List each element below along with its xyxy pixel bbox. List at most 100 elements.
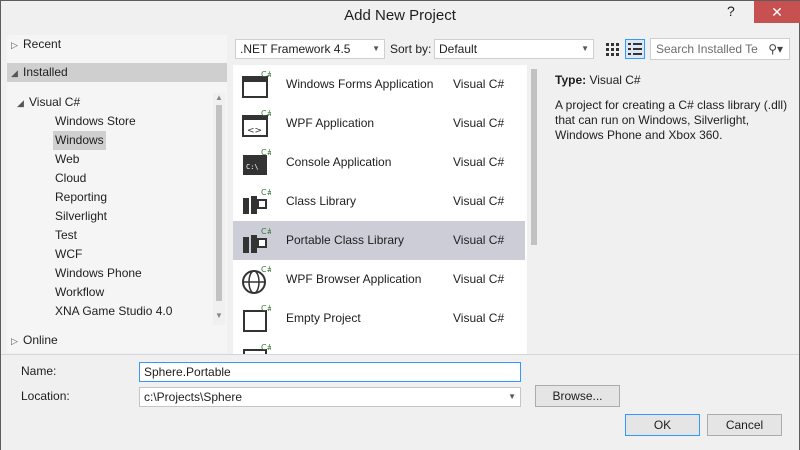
- ok-button[interactable]: OK: [625, 414, 700, 436]
- sort-by-label: Sort by:: [390, 42, 432, 56]
- chevron-down-icon: ▼: [372, 44, 380, 53]
- template-description-text: A project for creating a C# class librar…: [555, 98, 788, 142]
- globe-icon: C#: [242, 265, 271, 294]
- template-row-partial[interactable]: C#: [233, 338, 525, 354]
- empty-project-icon: C#: [243, 304, 271, 332]
- template-list-scrollbar[interactable]: [527, 65, 541, 354]
- type-value: Visual C#: [589, 73, 641, 87]
- tree-item-test[interactable]: Test: [55, 226, 77, 245]
- template-name: WPF Application: [286, 116, 375, 130]
- svg-text:<>: <>: [247, 126, 262, 136]
- svg-text:C:\: C:\: [246, 163, 259, 171]
- svg-text:C#: C#: [261, 227, 271, 236]
- list-icon: [628, 43, 642, 55]
- tree-item-windows[interactable]: Windows: [53, 131, 106, 150]
- template-name: Windows Forms Application: [286, 77, 434, 91]
- project-name-input[interactable]: Sphere.Portable: [139, 362, 521, 382]
- template-language: Visual C#: [453, 233, 505, 247]
- template-row-empty-project[interactable]: C# Empty Project Visual C#: [233, 299, 525, 338]
- search-input[interactable]: Search Installed Te ⚲▾: [650, 38, 790, 60]
- framework-dropdown[interactable]: .NET Framework 4.5 ▼: [235, 39, 385, 59]
- console-icon: C:\ C#: [243, 148, 271, 175]
- tree-scroll-thumb[interactable]: [216, 105, 222, 301]
- svg-text:C#: C#: [261, 188, 271, 197]
- tree-item-workflow[interactable]: Workflow: [55, 283, 104, 302]
- scroll-down-icon[interactable]: ▼: [214, 311, 224, 320]
- chevron-down-icon: ▼: [581, 44, 589, 53]
- template-name: Console Application: [286, 155, 392, 169]
- location-value: c:\Projects\Sphere: [144, 390, 243, 404]
- expand-arrow-icon: ▷: [11, 40, 18, 50]
- wpf-icon: <> C#: [242, 109, 271, 137]
- template-language: Visual C#: [453, 116, 505, 130]
- dialog-title: Add New Project: [344, 7, 456, 24]
- template-row-wpf-browser[interactable]: C# WPF Browser Application Visual C#: [233, 260, 525, 299]
- template-row-portable-class-library[interactable]: C# Portable Class Library Visual C#: [233, 221, 525, 260]
- type-label: Type:: [555, 73, 587, 87]
- project-details-form: Name: Sphere.Portable Location: c:\Proje…: [1, 354, 799, 450]
- template-language: Visual C#: [453, 194, 505, 208]
- template-row-wpf[interactable]: <> C# WPF Application Visual C#: [233, 104, 525, 143]
- framework-value: .NET Framework 4.5: [240, 42, 351, 56]
- help-icon[interactable]: ?: [727, 3, 735, 19]
- windows-service-icon: C#: [243, 343, 271, 354]
- svg-text:C#: C#: [261, 70, 271, 79]
- tree-item-reporting[interactable]: Reporting: [55, 188, 107, 207]
- collapse-arrow-icon: ◢: [11, 68, 18, 78]
- tree-item-windows-store[interactable]: Windows Store: [55, 112, 136, 131]
- close-button[interactable]: ✕: [754, 1, 800, 23]
- cancel-button[interactable]: Cancel: [707, 414, 782, 436]
- template-name: Class Library: [286, 194, 357, 208]
- tree-item-online[interactable]: ▷ Online: [11, 331, 211, 350]
- template-name: Empty Project: [286, 311, 361, 325]
- tree-item-visual-csharp[interactable]: ◢ Visual C#: [17, 93, 207, 112]
- template-row-class-library[interactable]: C# Class Library Visual C#: [233, 182, 525, 221]
- tree-item-silverlight[interactable]: Silverlight: [55, 207, 107, 226]
- template-language: Visual C#: [453, 77, 505, 91]
- list-view-button[interactable]: [625, 39, 645, 59]
- tree-label: Installed: [23, 65, 68, 79]
- location-label: Location:: [21, 389, 70, 403]
- portable-library-icon: C#: [243, 227, 271, 253]
- tree-item-xna[interactable]: XNA Game Studio 4.0: [55, 302, 172, 321]
- template-name: Portable Class Library: [286, 233, 405, 247]
- svg-text:C#: C#: [261, 109, 271, 118]
- template-language: Visual C#: [453, 155, 505, 169]
- svg-text:C#: C#: [261, 148, 271, 157]
- tree-item-cloud[interactable]: Cloud: [55, 169, 86, 188]
- tree-label: Visual C#: [29, 95, 81, 109]
- svg-text:C#: C#: [261, 304, 271, 313]
- svg-text:C#: C#: [261, 343, 271, 352]
- tree-label: Recent: [23, 37, 62, 51]
- scroll-up-icon[interactable]: ▲: [214, 93, 224, 102]
- title-bar: Add New Project ? ✕: [1, 1, 800, 32]
- search-placeholder: Search Installed Te: [656, 42, 758, 56]
- template-row-console[interactable]: C:\ C# Console Application Visual C#: [233, 143, 525, 182]
- grid-icon: [606, 43, 619, 56]
- class-library-icon: C#: [243, 188, 271, 214]
- tree-item-installed[interactable]: ◢ Installed: [7, 63, 227, 82]
- collapse-arrow-icon: ◢: [17, 98, 24, 108]
- template-tree: ▷ Recent ◢ Installed ◢ Visual C# Windows St…: [7, 35, 227, 353]
- tree-item-recent[interactable]: ▷ Recent: [11, 35, 211, 54]
- location-combobox[interactable]: c:\Projects\Sphere ▼: [139, 387, 521, 407]
- expand-arrow-icon: ▷: [11, 336, 18, 346]
- template-description-panel: Type: Visual C# A project for creating a…: [555, 73, 791, 143]
- template-row-windows-forms[interactable]: C# Windows Forms Application Visual C#: [233, 65, 525, 104]
- name-label: Name:: [21, 364, 57, 378]
- add-new-project-dialog: Add New Project ? ✕ ▷ Recent ◢ Installed ◢…: [0, 0, 800, 450]
- tree-item-wcf[interactable]: WCF: [55, 245, 82, 264]
- winforms-icon: C#: [242, 70, 271, 98]
- tree-item-windows-phone[interactable]: Windows Phone: [55, 264, 142, 283]
- template-list: C# Windows Forms Application Visual C# <…: [233, 65, 527, 354]
- chevron-down-icon[interactable]: ▼: [508, 388, 516, 406]
- tree-label: Online: [23, 333, 58, 347]
- browse-button[interactable]: Browse...: [535, 385, 620, 407]
- sort-value: Default: [439, 42, 478, 56]
- tree-item-web[interactable]: Web: [55, 150, 79, 169]
- template-scroll-thumb[interactable]: [531, 69, 537, 245]
- search-icon[interactable]: ⚲▾: [768, 39, 783, 59]
- medium-icons-view-button[interactable]: [602, 39, 622, 59]
- sort-dropdown[interactable]: Default ▼: [434, 39, 594, 59]
- tree-scrollbar[interactable]: ▲ ▼: [213, 93, 225, 325]
